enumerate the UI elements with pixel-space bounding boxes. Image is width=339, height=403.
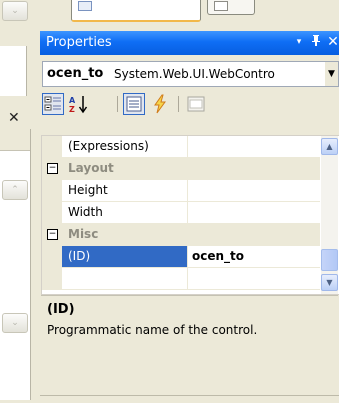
side-pane <box>0 46 27 96</box>
chevron-down-icon[interactable]: ⌄ <box>2 313 28 333</box>
properties-window: Properties ▾ ✕ ocen_to System.Web.UI.Web… <box>40 31 339 403</box>
scroll-down-icon[interactable]: ▼ <box>321 274 338 291</box>
property-name: (Expressions) <box>68 139 149 153</box>
row-gutter <box>42 202 62 223</box>
properties-toolbar: A Z <box>40 90 339 118</box>
selected-object-name: ocen_to <box>47 66 104 81</box>
properties-titlebar[interactable]: Properties ▾ ✕ <box>40 31 339 55</box>
property-name: (ID) <box>68 249 91 263</box>
row-gutter <box>42 180 62 201</box>
description-title: (ID) <box>47 302 75 317</box>
property-pages-icon[interactable] <box>185 93 207 115</box>
object-selector-dropdown[interactable]: ocen_to System.Web.UI.WebContro ▼ <box>42 61 339 87</box>
document-tab[interactable] <box>207 0 255 15</box>
property-row-height[interactable]: Height <box>42 180 320 202</box>
property-row-id[interactable]: (ID) ocen_to <box>42 246 320 268</box>
side-pane-header <box>0 129 30 151</box>
svg-text:Z: Z <box>69 105 75 114</box>
pin-icon[interactable] <box>308 34 324 50</box>
property-row-empty <box>42 268 320 290</box>
scroll-up-icon[interactable]: ▲ <box>321 138 338 155</box>
window-position-dropdown-icon[interactable]: ▾ <box>291 34 307 50</box>
collapse-icon[interactable]: − <box>47 229 58 240</box>
description-pane: (ID) Programmatic name of the control. <box>41 295 338 372</box>
categorized-icon[interactable] <box>42 93 64 115</box>
window-title: Properties <box>46 35 112 50</box>
column-divider <box>187 180 188 201</box>
toolbar-separator <box>117 96 118 112</box>
description-text: Programmatic name of the control. <box>47 323 258 337</box>
row-gutter <box>42 136 62 157</box>
properties-icon[interactable] <box>123 93 145 115</box>
close-icon[interactable]: ✕ <box>325 34 339 50</box>
property-name: Height <box>68 183 108 197</box>
row-gutter <box>42 268 62 289</box>
category-row-layout[interactable]: − Layout <box>42 158 320 180</box>
column-divider <box>187 202 188 223</box>
toolbar-separator <box>178 96 179 112</box>
column-divider <box>187 268 188 289</box>
row-gutter <box>42 246 62 267</box>
column-divider <box>187 246 188 267</box>
document-tab-active[interactable] <box>71 0 201 22</box>
column-divider <box>187 136 188 157</box>
category-row-misc[interactable]: − Misc <box>42 224 320 246</box>
category-name: Layout <box>68 161 114 175</box>
document-icon <box>214 1 228 11</box>
close-icon[interactable]: ✕ <box>8 111 20 125</box>
dropdown-arrow-icon[interactable]: ▼ <box>325 62 338 86</box>
document-icon <box>78 1 92 11</box>
left-docked-window-fragment: ⌄ ✕ ⌃ ⌄ <box>0 0 31 403</box>
property-row-width[interactable]: Width <box>42 202 320 224</box>
property-row-expressions[interactable]: (Expressions) <box>42 136 320 158</box>
events-icon[interactable] <box>149 93 171 115</box>
property-grid: (Expressions) − Layout Height Width − Mi… <box>41 135 339 295</box>
svg-text:A: A <box>69 96 76 105</box>
grid-vertical-scrollbar[interactable]: ▲ ▼ <box>321 136 338 294</box>
chevron-down-icon[interactable]: ⌄ <box>2 1 28 21</box>
alphabetical-icon[interactable]: A Z <box>68 93 90 115</box>
property-value[interactable]: ocen_to <box>192 249 244 263</box>
category-name: Misc <box>68 227 99 241</box>
side-pane-body <box>0 129 31 400</box>
property-name: Width <box>68 205 103 219</box>
chevron-up-icon[interactable]: ⌃ <box>2 180 28 200</box>
selected-object-type: System.Web.UI.WebContro <box>114 67 275 81</box>
document-tab-strip <box>31 0 339 28</box>
collapse-icon[interactable]: − <box>47 163 58 174</box>
scroll-thumb[interactable] <box>321 249 338 271</box>
window-bottom-border <box>40 395 339 396</box>
